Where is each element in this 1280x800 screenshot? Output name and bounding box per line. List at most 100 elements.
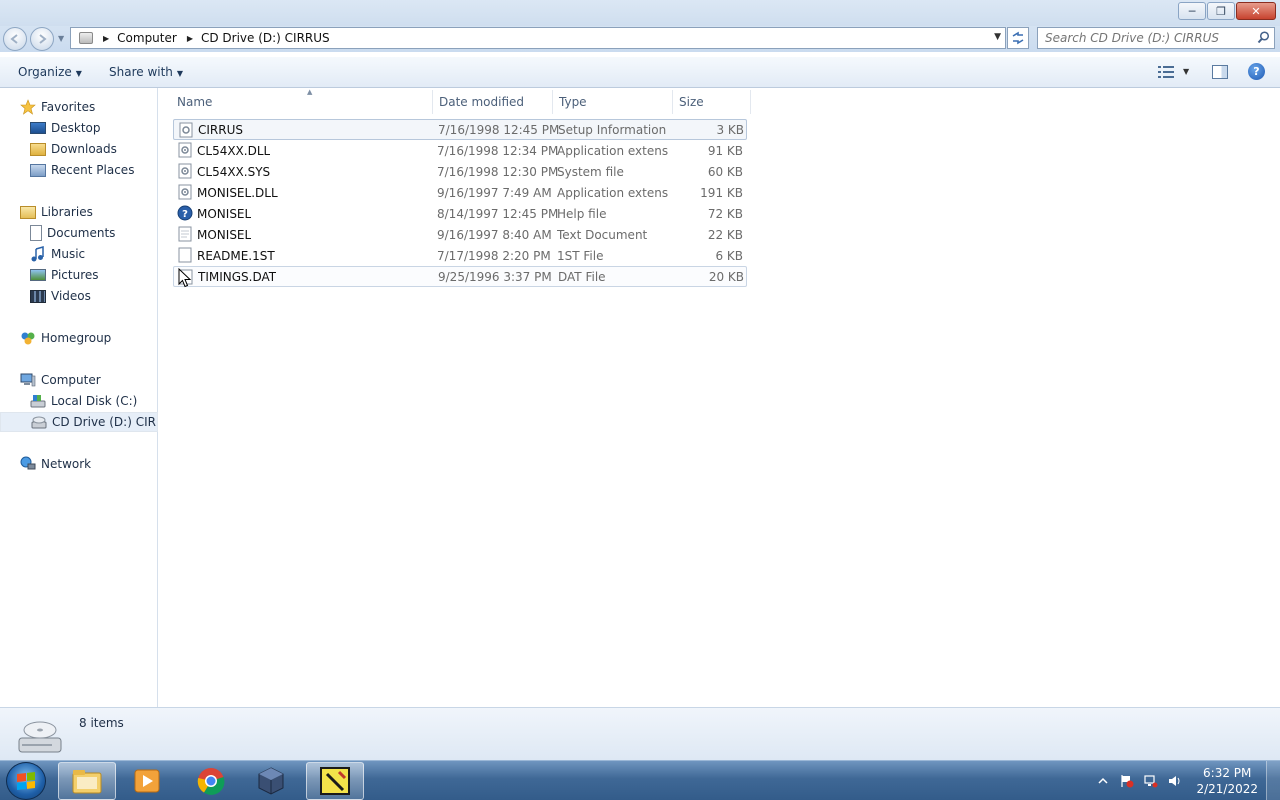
file-name: MONISEL.DLL [197, 185, 278, 200]
cd-drive-icon [18, 721, 62, 753]
breadcrumb-computer[interactable]: Computer [117, 31, 177, 45]
music-icon [31, 246, 44, 262]
forward-button[interactable] [30, 27, 54, 51]
file-size: 91 KB [707, 143, 743, 158]
file-type: Application extens... [557, 185, 669, 200]
sort-up-icon: ▲ [307, 88, 313, 96]
chevron-right-icon[interactable]: ▶ [187, 34, 193, 43]
file-name: MONISEL [197, 227, 252, 242]
computer-drive-icon [79, 32, 93, 44]
minimize-button[interactable]: ─ [1178, 2, 1206, 20]
file-name: README.1ST [197, 248, 275, 263]
nav-libraries-label: Libraries [41, 205, 93, 219]
file-date: 7/16/1998 12:34 PM [437, 143, 559, 158]
nav-libraries[interactable]: Libraries [0, 202, 158, 222]
taskbar-virtualbox[interactable] [242, 762, 300, 800]
file-type: DAT File [558, 269, 606, 284]
address-dropdown-icon[interactable]: ▼ [994, 32, 1001, 42]
file-date: 9/16/1997 8:40 AM [437, 227, 552, 242]
show-desktop-button[interactable] [1266, 761, 1280, 800]
desktop-icon [30, 122, 46, 134]
nav-pictures[interactable]: Pictures [0, 265, 158, 285]
nav-music[interactable]: Music [0, 244, 158, 264]
column-name-label: Name [177, 95, 213, 109]
computer-icon [20, 373, 36, 387]
taskbar-media-player[interactable] [118, 762, 176, 800]
taskbar-explorer[interactable] [58, 762, 116, 800]
taskbar-chrome[interactable] [182, 762, 240, 800]
documents-icon [30, 225, 42, 241]
dll-icon [178, 142, 192, 158]
file-row[interactable]: MONISEL 9/16/1997 8:40 AM Text Document … [173, 224, 747, 245]
file-row[interactable]: TIMINGS.DAT 9/25/1996 3:37 PM DAT File 2… [173, 266, 747, 287]
network-status-icon[interactable] [1144, 774, 1158, 788]
search-input[interactable] [1045, 31, 1245, 45]
title-bar: ─ ❐ ✕ [0, 0, 1280, 26]
maximize-button[interactable]: ❐ [1207, 2, 1235, 20]
action-center-flag-icon[interactable] [1120, 774, 1134, 788]
nav-cd-drive[interactable]: CD Drive (D:) CIRRUS [0, 412, 158, 432]
recent-pages-dropdown[interactable]: ▼ [58, 34, 64, 43]
organize-label: Organize [18, 65, 72, 79]
file-row[interactable]: MONISEL.DLL 9/16/1997 7:49 AM Applicatio… [173, 182, 747, 203]
search-icon[interactable] [1257, 31, 1270, 44]
file-row[interactable]: README.1ST 7/17/1998 2:20 PM 1ST File 6 … [173, 245, 747, 266]
breadcrumb-cd-drive[interactable]: CD Drive (D:) CIRRUS [201, 31, 330, 45]
views-dropdown-icon[interactable]: ▼ [1183, 67, 1189, 76]
nav-music-label: Music [51, 247, 86, 261]
taskbar-tool-app[interactable] [306, 762, 364, 800]
chevron-right-icon[interactable]: ▶ [103, 34, 109, 43]
nav-computer[interactable]: Computer [0, 370, 158, 390]
file-name: CL54XX.SYS [197, 164, 271, 179]
homegroup-icon [21, 332, 35, 345]
file-name: CL54XX.DLL [197, 143, 271, 158]
help-icon[interactable]: ? [1248, 63, 1265, 80]
nav-local-disk-label: Local Disk (C:) [51, 394, 138, 408]
nav-videos[interactable]: Videos [0, 286, 158, 306]
share-with-button[interactable]: Share with ▼ [109, 65, 183, 79]
show-hidden-icons-icon[interactable] [1096, 774, 1110, 788]
nav-favorites[interactable]: Favorites [0, 97, 158, 117]
nav-recent-places[interactable]: Recent Places [0, 160, 158, 180]
column-type-label: Type [559, 95, 587, 109]
file-row[interactable]: ? MONISEL 8/14/1997 12:45 PM Help file 7… [173, 203, 747, 224]
file-date: 9/16/1997 7:49 AM [437, 185, 552, 200]
search-box[interactable] [1037, 27, 1275, 49]
text-file-icon [178, 226, 192, 242]
file-list-pane: Name ▲ Date modified Type Size CIRRUS 7/… [159, 88, 1280, 707]
file-size: 20 KB [708, 269, 744, 284]
column-header-name[interactable]: Name ▲ [171, 88, 433, 114]
nav-local-disk[interactable]: Local Disk (C:) [0, 391, 158, 411]
nav-network[interactable]: Network [0, 454, 158, 474]
dll-icon [178, 184, 192, 200]
command-bar: Organize ▼ Share with ▼ ▼ ? [0, 57, 1280, 88]
nav-homegroup[interactable]: Homegroup [0, 328, 158, 348]
refresh-button[interactable] [1007, 27, 1029, 49]
preview-pane-icon[interactable] [1212, 65, 1228, 79]
tool-app-icon [320, 767, 350, 795]
cd-drive-icon [31, 416, 47, 429]
file-row[interactable]: CL54XX.SYS 7/16/1998 12:30 PM System fil… [173, 161, 747, 182]
views-icon[interactable] [1158, 66, 1174, 78]
nav-desktop[interactable]: Desktop [0, 118, 158, 138]
file-row[interactable]: CL54XX.DLL 7/16/1998 12:34 PM Applicatio… [173, 140, 747, 161]
file-size: 60 KB [707, 164, 743, 179]
address-bar[interactable]: ▶ Computer ▶ CD Drive (D:) CIRRUS ▼ [70, 27, 1006, 49]
back-button[interactable] [3, 27, 27, 51]
close-button[interactable]: ✕ [1236, 2, 1276, 20]
nav-downloads[interactable]: Downloads [0, 139, 158, 159]
organize-button[interactable]: Organize ▼ [18, 65, 82, 79]
windows-logo-icon [17, 772, 35, 790]
file-date: 8/14/1997 12:45 PM [437, 206, 559, 221]
volume-icon[interactable] [1168, 774, 1182, 788]
nav-computer-label: Computer [41, 373, 101, 387]
column-header-size[interactable]: Size [673, 90, 751, 114]
media-player-icon [134, 769, 160, 793]
column-header-type[interactable]: Type [553, 90, 673, 114]
column-header-date[interactable]: Date modified [433, 90, 553, 114]
start-button[interactable] [6, 762, 46, 800]
taskbar-clock[interactable]: 6:32 PM 2/21/2022 [1196, 765, 1258, 797]
nav-documents[interactable]: Documents [0, 223, 158, 243]
chevron-down-icon: ▼ [176, 69, 184, 78]
file-row[interactable]: CIRRUS 7/16/1998 12:45 PM Setup Informat… [173, 119, 747, 140]
